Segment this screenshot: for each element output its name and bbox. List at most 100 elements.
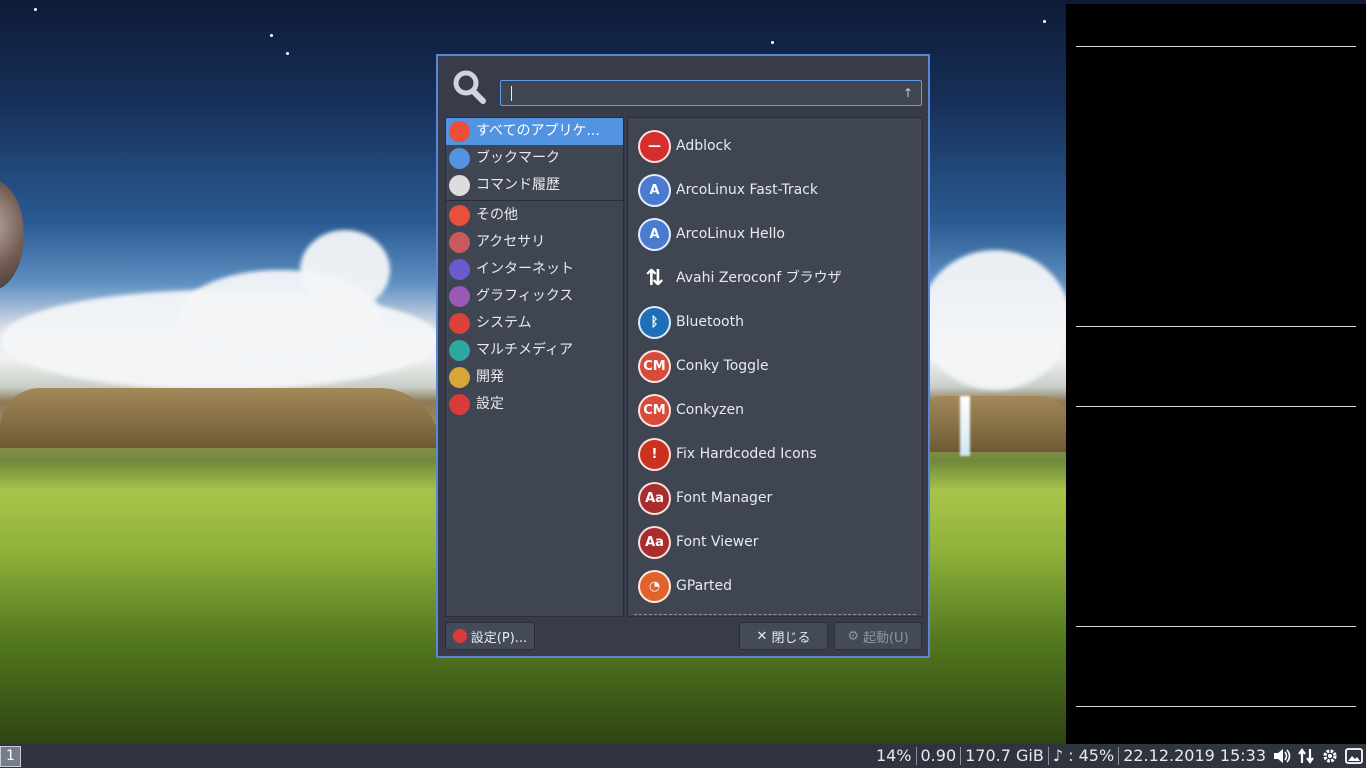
cloud bbox=[180, 270, 380, 360]
category-item[interactable]: 設定 bbox=[446, 391, 623, 418]
application-list: — Adblock A ArcoLinux Fast-Track A ArcoLinux … bbox=[627, 117, 923, 617]
preferences-button[interactable]: 設定(P)... bbox=[445, 622, 535, 650]
search-input[interactable] bbox=[500, 80, 922, 106]
category-list: すべてのアプリケ... ブックマークコマンド履歴その他アクセサリインターネット グラ… bbox=[445, 117, 624, 617]
arcolinux-icon: A bbox=[638, 174, 671, 207]
all-apps-icon bbox=[449, 121, 470, 142]
taskbar: 1 14% 0.90 170.7 GiB ♪ : 45% 22.12.2019 … bbox=[0, 744, 1366, 768]
list-scroll-divider bbox=[634, 614, 916, 615]
network-arrows-icon[interactable] bbox=[1296, 746, 1316, 766]
workspace-button[interactable]: 1 bbox=[0, 746, 21, 767]
category-label: マルチメディア bbox=[476, 342, 574, 358]
disk-free: 170.7 GiB bbox=[965, 746, 1044, 765]
app-item[interactable]: A ArcoLinux Fast-Track bbox=[628, 168, 922, 212]
app-item[interactable]: ᛒ Bluetooth bbox=[628, 300, 922, 344]
category-item[interactable]: グラフィックス bbox=[446, 283, 623, 310]
category-item[interactable]: システム bbox=[446, 310, 623, 337]
cpu-usage: 14% bbox=[875, 746, 912, 765]
app-finder-window: ↑ すべてのアプリケ... ブックマークコマンド履歴その他アクセサリインターネット… bbox=[436, 54, 930, 658]
category-item[interactable]: コマンド履歴 bbox=[446, 172, 623, 199]
text-cursor bbox=[511, 86, 512, 101]
search-icon bbox=[452, 70, 488, 106]
app-label: Font Viewer bbox=[676, 534, 759, 550]
app-label: Bluetooth bbox=[676, 314, 744, 330]
category-separator bbox=[446, 200, 623, 201]
cloud bbox=[920, 250, 1070, 390]
category-item[interactable]: ブックマーク bbox=[446, 145, 623, 172]
app-label: ArcoLinux Hello bbox=[676, 226, 785, 242]
category-label: すべてのアプリケ... bbox=[476, 123, 600, 139]
app-label: GParted bbox=[676, 578, 732, 594]
system-tray: 14% 0.90 170.7 GiB ♪ : 45% 22.12.2019 15… bbox=[872, 744, 1366, 768]
app-item[interactable]: ! Fix Hardcoded Icons bbox=[628, 432, 922, 476]
gear-icon[interactable] bbox=[1320, 746, 1340, 766]
app-item[interactable]: CM Conky Toggle bbox=[628, 344, 922, 388]
app-label: Fix Hardcoded Icons bbox=[676, 446, 817, 462]
category-label: グラフィックス bbox=[476, 288, 574, 304]
app-label: ArcoLinux Fast-Track bbox=[676, 182, 818, 198]
category-label: インターネット bbox=[476, 261, 574, 277]
category-item[interactable]: アクセサリ bbox=[446, 229, 623, 256]
gears-icon: ⚙ bbox=[847, 628, 859, 644]
star bbox=[1043, 20, 1046, 23]
app-item[interactable]: CM Conkyzen bbox=[628, 388, 922, 432]
adblock-icon: — bbox=[638, 130, 671, 163]
app-label: Adblock bbox=[676, 138, 732, 154]
multimedia-icon bbox=[449, 340, 470, 361]
star bbox=[286, 52, 289, 55]
launch-button-label: 起動(U) bbox=[862, 630, 909, 646]
volume-level[interactable]: ♪ : 45% bbox=[1049, 744, 1118, 768]
category-item[interactable]: すべてのアプリケ... bbox=[446, 118, 623, 145]
category-label: 開発 bbox=[476, 369, 504, 385]
conky-divider bbox=[1076, 706, 1356, 707]
star bbox=[270, 34, 273, 37]
speaker-icon[interactable] bbox=[1272, 746, 1292, 766]
conky-divider bbox=[1076, 406, 1356, 407]
bookmark-folder-icon bbox=[449, 148, 470, 169]
app-item[interactable]: ◔ GParted bbox=[628, 564, 922, 608]
conky-divider bbox=[1076, 46, 1356, 47]
conky-icon: CM bbox=[638, 350, 671, 383]
other-icon bbox=[449, 205, 470, 226]
clear-arrow-icon[interactable]: ↑ bbox=[900, 84, 916, 102]
conky-panel bbox=[1066, 4, 1366, 744]
avahi-arrows-icon: ⇅ bbox=[645, 265, 664, 291]
app-label: Avahi Zeroconf ブラウザ bbox=[676, 270, 842, 286]
app-item[interactable]: ⇅ Avahi Zeroconf ブラウザ bbox=[628, 256, 922, 300]
category-label: その他 bbox=[476, 207, 518, 223]
clock[interactable]: 22.12.2019 15:33 bbox=[1119, 744, 1270, 768]
category-item[interactable]: 開発 bbox=[446, 364, 623, 391]
category-label: ブックマーク bbox=[476, 150, 560, 166]
font-manager-icon: Aa bbox=[638, 482, 671, 515]
category-item[interactable]: マルチメディア bbox=[446, 337, 623, 364]
app-label: Font Manager bbox=[676, 490, 773, 506]
development-icon bbox=[449, 367, 470, 388]
arcolinux-icon: A bbox=[638, 218, 671, 251]
app-label: Conkyzen bbox=[676, 402, 744, 418]
planet bbox=[0, 180, 24, 290]
app-item[interactable]: Aa Font Manager bbox=[628, 476, 922, 520]
settings-icon bbox=[449, 394, 470, 415]
internet-icon bbox=[449, 259, 470, 280]
button-row: 設定(P)... ✕ 閉じる ⚙ 起動(U) bbox=[445, 622, 922, 650]
accessories-icon bbox=[449, 232, 470, 253]
settings-icon bbox=[452, 629, 467, 643]
system-icon bbox=[449, 313, 470, 334]
preferences-button-label: 設定(P)... bbox=[470, 630, 528, 646]
category-item[interactable]: インターネット bbox=[446, 256, 623, 283]
app-item[interactable]: A ArcoLinux Hello bbox=[628, 212, 922, 256]
close-icon: ✕ bbox=[756, 628, 768, 644]
launch-button[interactable]: ⚙ 起動(U) bbox=[834, 622, 922, 650]
load-average: 0.90 bbox=[920, 746, 957, 765]
app-item[interactable]: Aa Font Viewer bbox=[628, 520, 922, 564]
category-label: 設定 bbox=[476, 396, 504, 412]
close-button[interactable]: ✕ 閉じる bbox=[739, 622, 828, 650]
mesa-cliff bbox=[0, 388, 440, 448]
app-item[interactable]: — Adblock bbox=[628, 124, 922, 168]
image-viewer-icon[interactable] bbox=[1344, 746, 1364, 766]
category-item[interactable]: その他 bbox=[446, 202, 623, 229]
conky-divider bbox=[1076, 626, 1356, 627]
conky-divider bbox=[1076, 326, 1356, 327]
graphics-icon bbox=[449, 286, 470, 307]
font-viewer-icon: Aa bbox=[638, 526, 671, 559]
